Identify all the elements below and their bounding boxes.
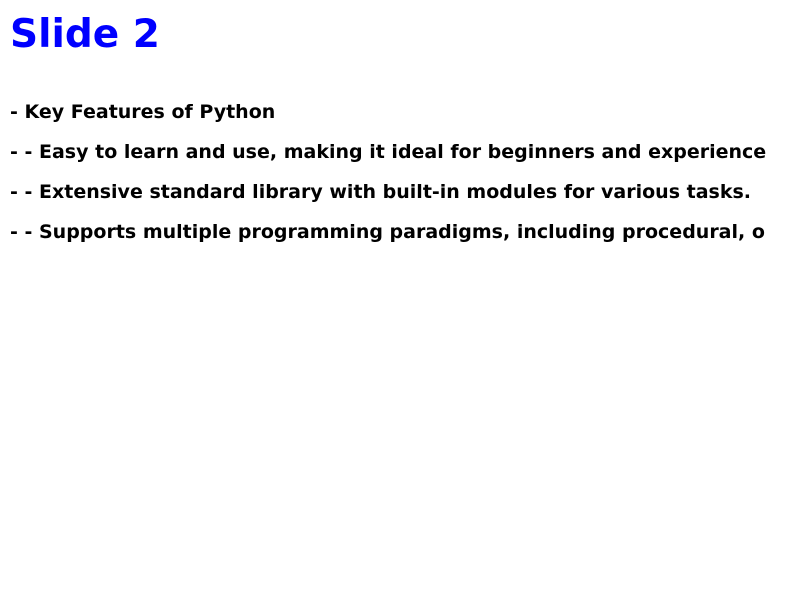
bullet-list: - Key Features of Python - - Easy to lea…	[10, 100, 800, 260]
slide-title: Slide 2	[10, 12, 160, 57]
bullet-line-key-features: - Key Features of Python	[10, 101, 276, 123]
bullet-line-standard-library: - - Extensive standard library with buil…	[10, 181, 752, 203]
bullet-line-paradigms: - - Supports multiple programming paradi…	[10, 221, 765, 243]
slide: Slide 2 - Key Features of Python - - Eas…	[0, 0, 800, 600]
bullet-line-easy-to-learn: - - Easy to learn and use, making it ide…	[10, 141, 767, 163]
